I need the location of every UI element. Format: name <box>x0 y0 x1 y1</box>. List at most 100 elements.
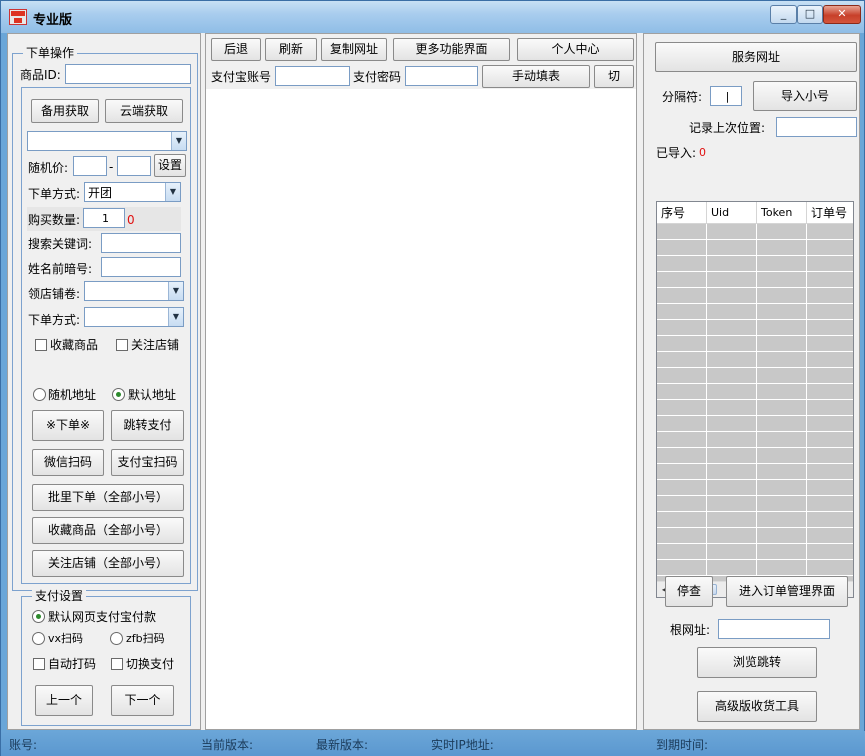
buy-qty-label: 购买数量: <box>28 213 81 227</box>
window-title: 专业版 <box>33 13 73 28</box>
status-realtime-ip: 实时IP地址: <box>431 738 494 752</box>
next-button[interactable]: 下一个 <box>111 685 174 716</box>
switch-pay-checkbox[interactable] <box>111 658 123 670</box>
follow-shop-label: 关注店铺 <box>131 338 180 352</box>
batch-follow-button[interactable]: 关注店铺（全部小号） <box>32 550 184 577</box>
batch-fav-button[interactable]: 收藏商品（全部小号） <box>32 517 184 544</box>
follow-shop-checkbox[interactable] <box>116 339 128 351</box>
chevron-down-icon: ▼ <box>168 308 183 326</box>
name-code-input[interactable] <box>101 257 181 277</box>
place-order-button[interactable]: ※下单※ <box>32 410 104 441</box>
order-mgmt-button[interactable]: 进入订单管理界面 <box>726 576 848 607</box>
buy-qty-count: 0 <box>127 213 135 227</box>
back-button[interactable]: 后退 <box>211 38 261 61</box>
chevron-down-icon: ▼ <box>165 183 180 201</box>
chevron-down-icon: ▼ <box>168 282 183 300</box>
alipay-password-input[interactable] <box>405 66 478 86</box>
default-alipay-label: 默认网页支付宝付款 <box>48 610 157 624</box>
fav-product-label: 收藏商品 <box>50 338 99 352</box>
stop-check-button[interactable]: 停查 <box>665 576 713 607</box>
separator-input[interactable] <box>710 86 742 106</box>
column-header[interactable]: 序号 <box>657 202 707 224</box>
separator-label: 分隔符: <box>662 90 703 104</box>
service-url-button[interactable]: 服务网址 <box>655 42 857 72</box>
root-url-label: 根网址: <box>670 623 711 637</box>
status-latest-version: 最新版本: <box>316 738 369 752</box>
order-mode2-select[interactable]: ▼ <box>84 307 184 327</box>
column-header[interactable]: Token <box>757 202 807 224</box>
vx-scan-radio[interactable] <box>32 632 45 645</box>
random-price-max-input[interactable] <box>117 156 151 176</box>
minimize-button[interactable]: _ <box>770 5 797 24</box>
table-header: 序号 Uid Token 订单号 <box>657 202 853 224</box>
refresh-button[interactable]: 刷新 <box>265 38 317 61</box>
shop-coupon-label: 领店铺卷: <box>28 287 81 301</box>
order-mode-select[interactable]: 开团 ▼ <box>84 182 181 202</box>
imported-label: 已导入: <box>656 146 697 160</box>
column-header[interactable]: 订单号 <box>807 202 853 224</box>
browser-panel: 后退 刷新 复制网址 更多功能界面 个人中心 支付宝账号 支付密码 手动填表 切 <box>205 33 637 730</box>
switch-button[interactable]: 切 <box>594 65 634 88</box>
zfb-scan-label: zfb扫码 <box>126 632 165 645</box>
default-address-label: 默认地址 <box>128 388 177 402</box>
app-logo-icon <box>9 9 27 25</box>
status-expire-time: 到期时间: <box>656 738 709 752</box>
alipay-account-label: 支付宝账号 <box>211 70 272 84</box>
alipay-password-label: 支付密码 <box>353 70 402 84</box>
wechat-scan-button[interactable]: 微信扫码 <box>32 449 104 476</box>
search-keyword-input[interactable] <box>101 233 181 253</box>
close-button[interactable]: ✕ <box>823 5 861 24</box>
column-header[interactable]: Uid <box>707 202 757 224</box>
search-keyword-label: 搜索关键词: <box>28 237 93 251</box>
more-features-button[interactable]: 更多功能界面 <box>393 38 510 61</box>
status-account: 账号: <box>9 738 38 752</box>
cloud-fetch-button[interactable]: 云端获取 <box>105 99 183 123</box>
price-set-button[interactable]: 设置 <box>154 154 186 177</box>
batch-order-button[interactable]: 批里下单（全部小号） <box>32 484 184 511</box>
advanced-tool-button[interactable]: 高级版收货工具 <box>697 691 817 722</box>
status-current-version: 当前版本: <box>201 738 254 752</box>
personal-center-button[interactable]: 个人中心 <box>517 38 634 61</box>
table-body[interactable] <box>657 224 853 582</box>
default-alipay-radio[interactable] <box>32 610 45 623</box>
shop-coupon-select[interactable]: ▼ <box>84 281 184 301</box>
goto-pay-button[interactable]: 跳转支付 <box>111 410 184 441</box>
fetch-result-select[interactable]: ▼ <box>27 131 187 151</box>
chevron-down-icon: ▼ <box>171 132 186 150</box>
switch-pay-label: 切换支付 <box>126 657 175 671</box>
auto-code-checkbox[interactable] <box>33 658 45 670</box>
remember-pos-input[interactable] <box>776 117 857 137</box>
alipay-account-input[interactable] <box>275 66 350 86</box>
product-id-input[interactable] <box>65 64 191 84</box>
status-bar: 账号: 当前版本: 最新版本: 实时IP地址: 到期时间: <box>1 731 865 756</box>
vx-scan-label: vx扫码 <box>48 632 84 645</box>
random-address-radio[interactable] <box>33 388 46 401</box>
price-dash: - <box>109 160 114 174</box>
title-bar[interactable]: 专业版 _ □ ✕ <box>1 1 864 33</box>
root-url-input[interactable] <box>718 619 830 639</box>
client-area: 下单操作 商品ID: 备用获取 云端获取 ▼ 随机价: - 设置 下单方式: 开… <box>7 33 860 730</box>
fav-product-checkbox[interactable] <box>35 339 47 351</box>
browser-view[interactable] <box>206 89 636 729</box>
main-window: 专业版 _ □ ✕ 下单操作 商品ID: 备用获取 云端获取 ▼ 随机价: - … <box>0 0 865 756</box>
remember-pos-label: 记录上次位置: <box>689 121 766 135</box>
order-group-title: 下单操作 <box>23 46 78 60</box>
import-accounts-button[interactable]: 导入小号 <box>753 81 857 111</box>
random-price-min-input[interactable] <box>73 156 107 176</box>
default-address-radio[interactable] <box>112 388 125 401</box>
manual-fill-button[interactable]: 手动填表 <box>482 65 590 88</box>
left-panel: 下单操作 商品ID: 备用获取 云端获取 ▼ 随机价: - 设置 下单方式: 开… <box>7 33 201 730</box>
right-panel: 服务网址 分隔符: 导入小号 记录上次位置: 已导入: 0 序号 Uid Tok… <box>643 33 860 730</box>
browse-jump-button[interactable]: 浏览跳转 <box>697 647 817 678</box>
accounts-table[interactable]: 序号 Uid Token 订单号 ◀ ▶ <box>656 201 854 598</box>
prev-button[interactable]: 上一个 <box>35 685 93 716</box>
maximize-button[interactable]: □ <box>797 5 823 24</box>
alipay-scan-button[interactable]: 支付宝扫码 <box>111 449 184 476</box>
backup-fetch-button[interactable]: 备用获取 <box>31 99 99 123</box>
random-price-label: 随机价: <box>28 161 69 175</box>
product-id-label: 商品ID: <box>20 68 61 82</box>
name-code-label: 姓名前暗号: <box>28 262 93 276</box>
copy-url-button[interactable]: 复制网址 <box>321 38 387 61</box>
zfb-scan-radio[interactable] <box>110 632 123 645</box>
buy-qty-input[interactable] <box>83 208 125 228</box>
